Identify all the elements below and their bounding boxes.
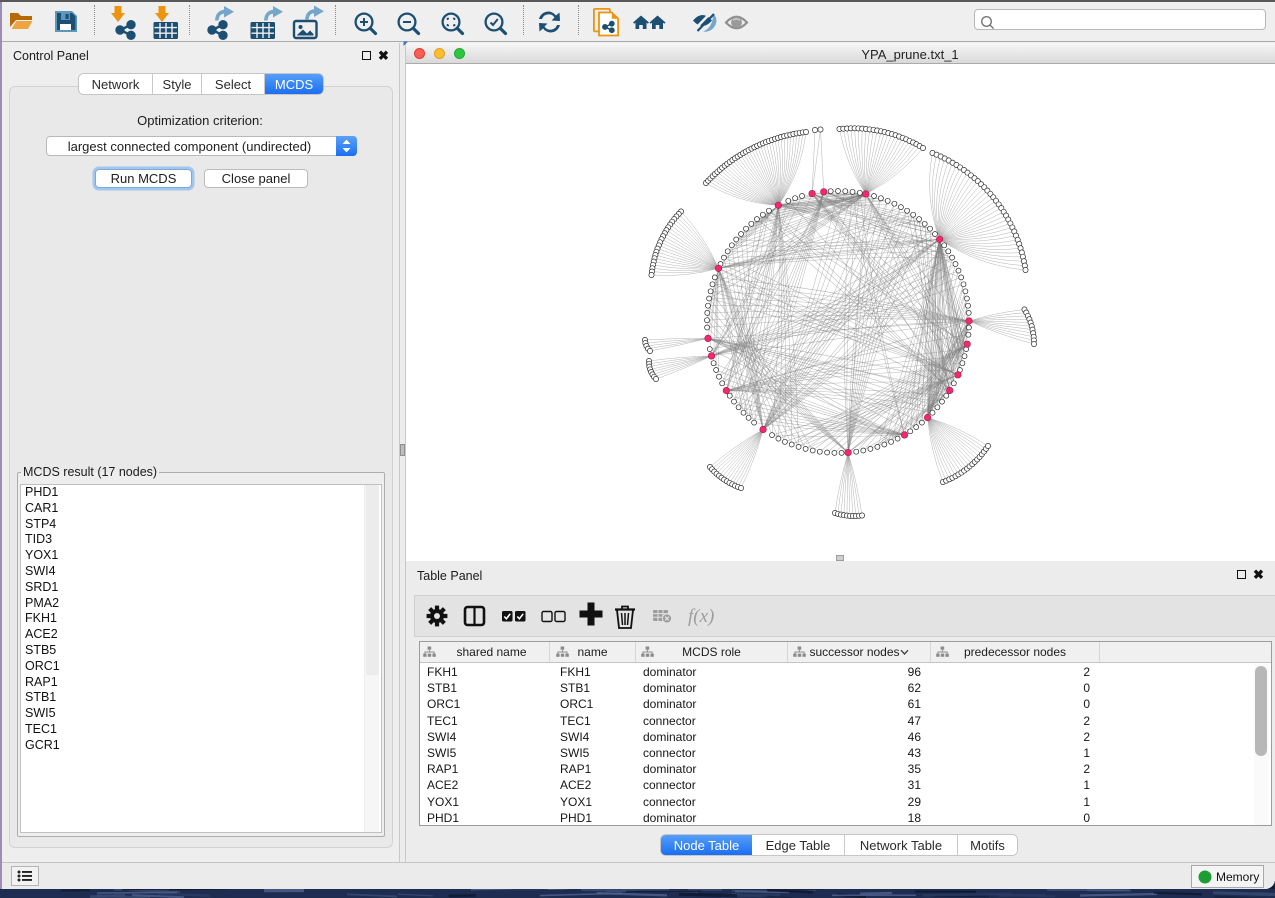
svg-text:f(x): f(x)	[688, 606, 714, 627]
